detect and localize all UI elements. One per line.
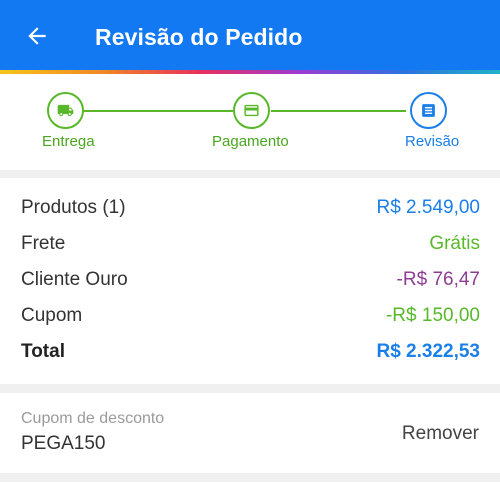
step-label-pagamento: Pagamento [212,133,289,150]
gold-client-value: -R$ 76,47 [396,269,480,290]
truck-icon [57,104,74,117]
page-title: Revisão do Pedido [95,24,303,50]
step-connector [271,110,406,112]
credit-card-icon [244,104,259,117]
coupon-section-label: Cupom de desconto [21,410,165,427]
arrow-left-icon[interactable] [24,23,50,49]
products-label: Produtos (1) [21,197,126,218]
order-summary: Produtos (1) R$ 2.549,00 Frete Grátis Cl… [0,178,500,384]
summary-row-shipping: Frete Grátis [21,233,480,259]
summary-row-gold-client: Cliente Ouro -R$ 76,47 [21,269,480,295]
checkout-stepper: Entrega Pagamento Revisão [0,74,500,170]
summary-row-coupon: Cupom -R$ 150,00 [21,305,480,331]
step-connector [78,110,233,112]
step-entrega[interactable] [47,92,84,129]
coupon-code: PEGA150 [21,433,106,454]
coupon-label: Cupom [21,305,83,326]
gold-client-label: Cliente Ouro [21,269,128,290]
summary-row-products: Produtos (1) R$ 2.549,00 [21,197,480,223]
step-pagamento[interactable] [233,92,270,129]
step-revisao[interactable] [410,92,447,129]
list-icon [422,104,435,117]
shipping-label: Frete [21,233,66,254]
step-label-revisao: Revisão [405,133,460,150]
remove-coupon-button[interactable]: Remover [402,423,479,445]
shipping-value: Grátis [429,233,480,254]
products-value: R$ 2.549,00 [376,197,480,218]
coupon-value: -R$ 150,00 [385,305,480,326]
total-value: R$ 2.322,53 [376,341,480,362]
app-bar: Revisão do Pedido [0,0,500,70]
discount-coupon-card: Cupom de desconto PEGA150 Remover [0,393,500,473]
total-label: Total [21,341,65,362]
step-label-entrega: Entrega [42,133,95,150]
summary-row-total: Total R$ 2.322,53 [21,341,480,367]
